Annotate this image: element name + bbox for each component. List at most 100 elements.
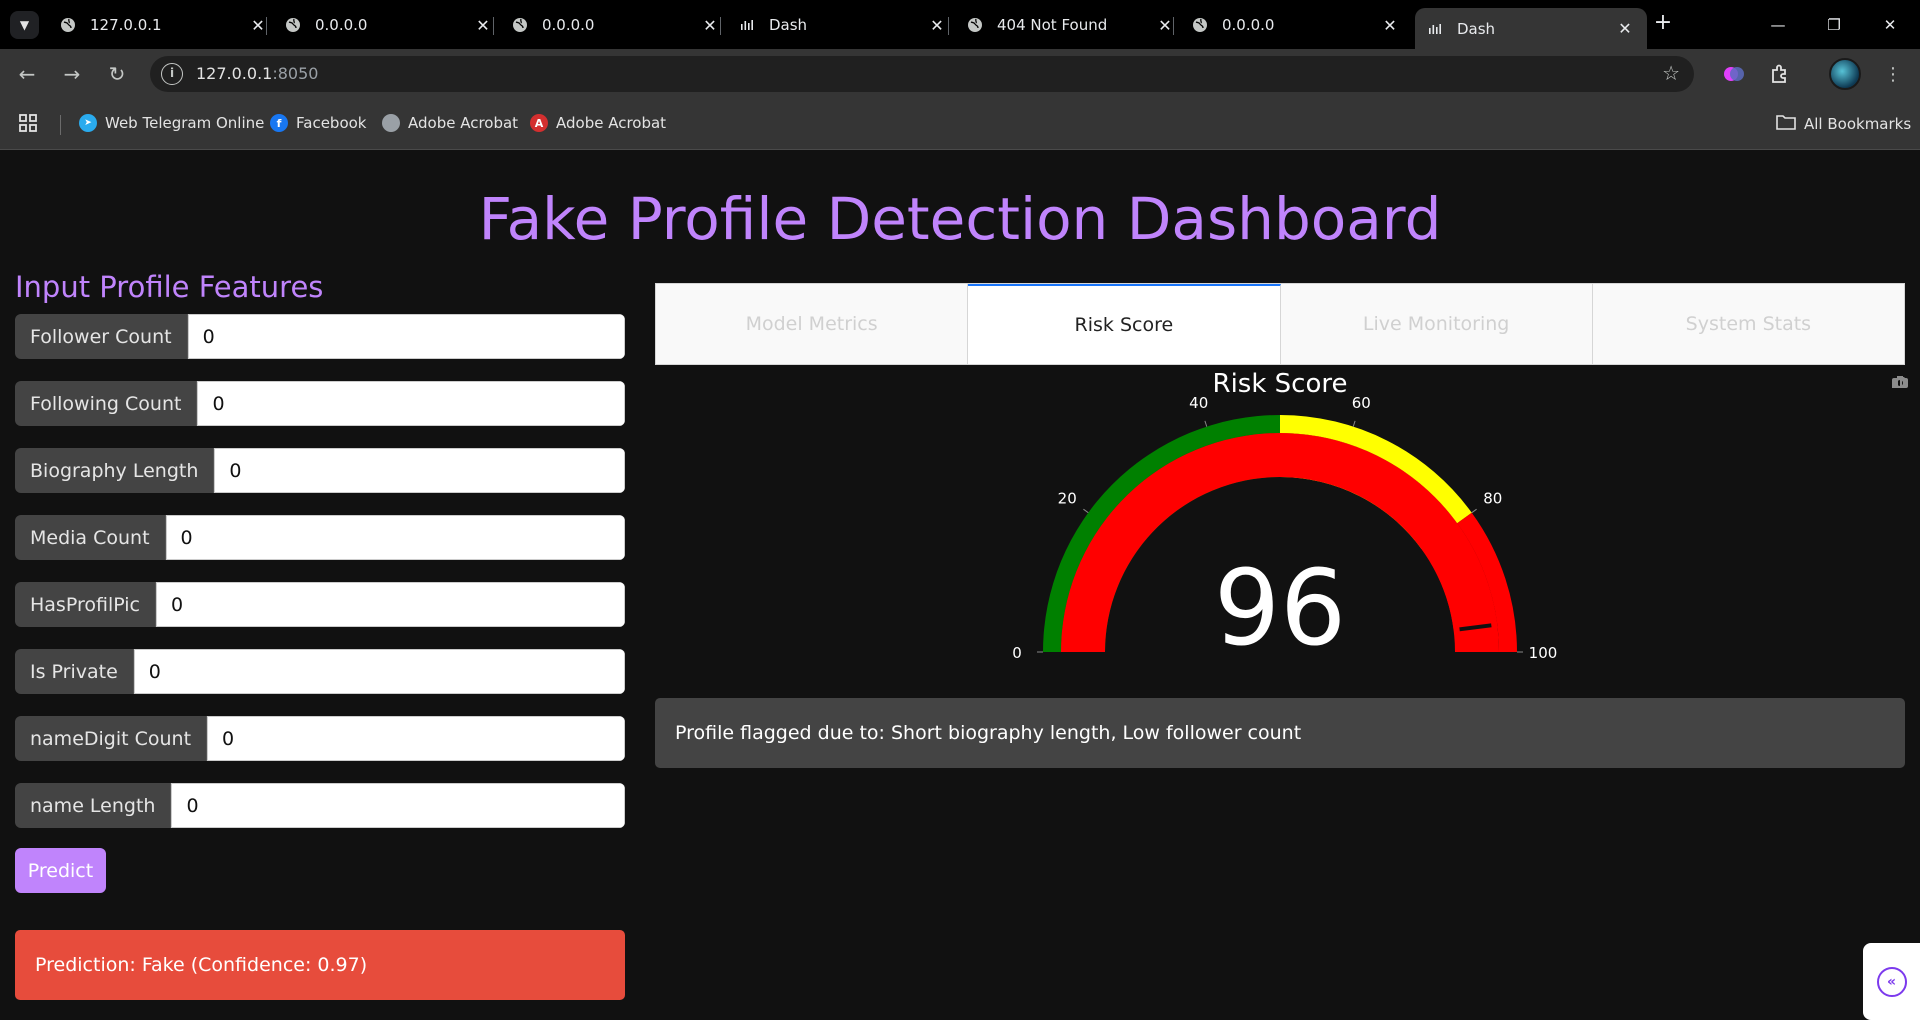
field-label: Follower Count xyxy=(15,314,188,359)
browser-tab[interactable]: Dash ✕ xyxy=(1415,8,1647,49)
bookmark-item[interactable]: A Adobe Acrobat xyxy=(530,114,666,132)
profile-feature-field: nameDigit Count 0 xyxy=(15,716,625,761)
gauge-tick xyxy=(1352,420,1356,427)
tab-separator xyxy=(720,17,721,35)
gauge-tick-label: 80 xyxy=(1483,489,1502,507)
gauge-tick-label: 0 xyxy=(1012,644,1022,662)
bookmarks-bar: ➤ Web Telegram Online f Facebook Adobe Acrob… xyxy=(0,99,1920,150)
back-button[interactable]: ← xyxy=(12,59,42,89)
input-heading: Input Profile Features xyxy=(15,270,324,304)
gauge-tick xyxy=(1204,420,1208,427)
close-icon[interactable]: ✕ xyxy=(1380,16,1400,35)
restore-button[interactable]: ❐ xyxy=(1806,0,1862,49)
risk-gauge-graph: Risk Score 0 20 40 60 80 100 96 xyxy=(655,365,1908,700)
bookmark-item[interactable]: Adobe Acrobat xyxy=(382,114,518,132)
field-label: HasProfilPic xyxy=(15,582,156,627)
tab-separator xyxy=(948,17,949,35)
field-input[interactable]: 0 xyxy=(197,381,625,426)
forward-button[interactable]: → xyxy=(57,59,87,89)
browser-tab[interactable]: 0.0.0.0 ✕ xyxy=(1180,8,1412,42)
bookmarks-separator xyxy=(60,115,61,135)
flag-reason-box: Profile flagged due to: Short biography … xyxy=(655,698,1905,768)
field-input[interactable]: 0 xyxy=(165,515,625,560)
browser-tab[interactable]: Dash ✕ xyxy=(727,8,959,42)
field-input[interactable]: 0 xyxy=(214,448,625,493)
gauge-value-number: 96 xyxy=(1214,547,1346,669)
profile-avatar[interactable] xyxy=(1829,58,1861,90)
globe-icon xyxy=(60,17,76,33)
field-input[interactable]: 0 xyxy=(171,783,625,828)
site-info-icon[interactable]: i xyxy=(161,63,183,85)
close-icon[interactable]: ✕ xyxy=(1155,16,1175,35)
tab-title: 0.0.0.0 xyxy=(542,16,595,34)
browser-tabstrip: ▼ 127.0.0.1 ✕ 0.0.0.0 ✕ 0.0.0.0 ✕ Dash ✕ 404 Not… xyxy=(0,0,1920,49)
dashboard-tab[interactable]: Model Metrics xyxy=(656,284,969,364)
field-input[interactable]: 0 xyxy=(155,582,625,627)
field-label: name Length xyxy=(15,783,172,828)
bookmark-item[interactable]: f Facebook xyxy=(270,114,366,132)
bookmark-label: Web Telegram Online xyxy=(105,114,265,132)
tab-title: Dash xyxy=(1457,19,1496,38)
browser-menu-icon[interactable]: ⋮ xyxy=(1879,60,1907,88)
predict-button[interactable]: Predict xyxy=(15,848,106,893)
profile-feature-field: HasProfilPic 0 xyxy=(15,582,625,627)
gauge-tick xyxy=(1471,508,1477,514)
all-bookmarks-folder[interactable]: All Bookmarks xyxy=(1776,114,1911,134)
reload-button[interactable]: ↻ xyxy=(102,59,132,89)
dashboard-tab[interactable]: Live Monitoring xyxy=(1280,284,1593,364)
field-input[interactable]: 0 xyxy=(207,716,625,761)
arrow-left-icon: ← xyxy=(18,62,36,86)
field-label: Is Private xyxy=(15,649,134,694)
acrobat-icon: A xyxy=(530,114,548,132)
new-tab-button[interactable]: + xyxy=(1651,12,1675,36)
browser-tab[interactable]: 127.0.0.1 ✕ xyxy=(48,8,280,42)
dash-icon xyxy=(1427,21,1443,37)
extension-brain-icon[interactable] xyxy=(1720,60,1748,88)
field-label: Media Count xyxy=(15,515,166,560)
tab-title: 0.0.0.0 xyxy=(1222,16,1275,34)
reload-icon: ↻ xyxy=(108,62,126,86)
globe-icon xyxy=(967,17,983,33)
browser-tab[interactable]: 0.0.0.0 ✕ xyxy=(273,8,505,42)
minimize-button[interactable]: — xyxy=(1750,0,1806,49)
tab-title: 0.0.0.0 xyxy=(315,16,368,34)
browser-tab[interactable]: 0.0.0.0 ✕ xyxy=(500,8,732,42)
browser-toolbar: ← → ↻ i 127.0.0.1:8050 ☆ ⋮ xyxy=(0,49,1920,99)
facebook-icon: f xyxy=(270,114,288,132)
page-title: Fake Profile Detection Dashboard xyxy=(478,185,1442,253)
profile-feature-field: Biography Length 0 xyxy=(15,448,625,493)
restore-icon: ❐ xyxy=(1827,15,1841,34)
globe-icon xyxy=(1192,17,1208,33)
prediction-alert: Prediction: Fake (Confidence: 0.97) xyxy=(15,930,625,1000)
field-label: Biography Length xyxy=(15,448,215,493)
profile-feature-field: Following Count 0 xyxy=(15,381,625,426)
extensions-puzzle-icon[interactable] xyxy=(1766,60,1794,88)
apps-grid-icon[interactable] xyxy=(19,114,37,132)
gauge-tick-label: 60 xyxy=(1352,394,1371,412)
globe-icon xyxy=(285,17,301,33)
globe-icon xyxy=(382,114,400,132)
dashboard-tab[interactable]: Risk Score xyxy=(968,284,1281,364)
collapse-sidebar-button[interactable]: « xyxy=(1863,943,1920,1020)
dashboard-tab[interactable]: System Stats xyxy=(1592,284,1904,364)
close-icon[interactable]: ✕ xyxy=(248,16,268,35)
input-panel: Input Profile Features Follower Count 0 Fo… xyxy=(15,270,625,893)
close-icon[interactable]: ✕ xyxy=(1615,19,1635,38)
browser-tab[interactable]: 404 Not Found ✕ xyxy=(955,8,1187,42)
folder-icon xyxy=(1776,114,1796,134)
tab-search-button[interactable]: ▼ xyxy=(10,11,39,39)
close-icon[interactable]: ✕ xyxy=(700,16,720,35)
bookmark-item[interactable]: ➤ Web Telegram Online xyxy=(79,114,264,132)
minimize-icon: — xyxy=(1770,15,1786,34)
address-bar[interactable]: i 127.0.0.1:8050 ☆ xyxy=(150,56,1694,92)
field-input[interactable]: 0 xyxy=(187,314,625,359)
gauge-tick-label: 40 xyxy=(1189,394,1208,412)
tab-separator xyxy=(266,17,267,35)
bookmark-star-icon[interactable]: ☆ xyxy=(1662,61,1680,85)
bookmark-label: Adobe Acrobat xyxy=(408,114,519,132)
close-icon[interactable]: ✕ xyxy=(473,16,493,35)
close-icon[interactable]: ✕ xyxy=(927,16,947,35)
window-close-button[interactable]: ✕ xyxy=(1862,0,1918,49)
bookmark-label: Facebook xyxy=(296,114,367,132)
field-input[interactable]: 0 xyxy=(133,649,625,694)
